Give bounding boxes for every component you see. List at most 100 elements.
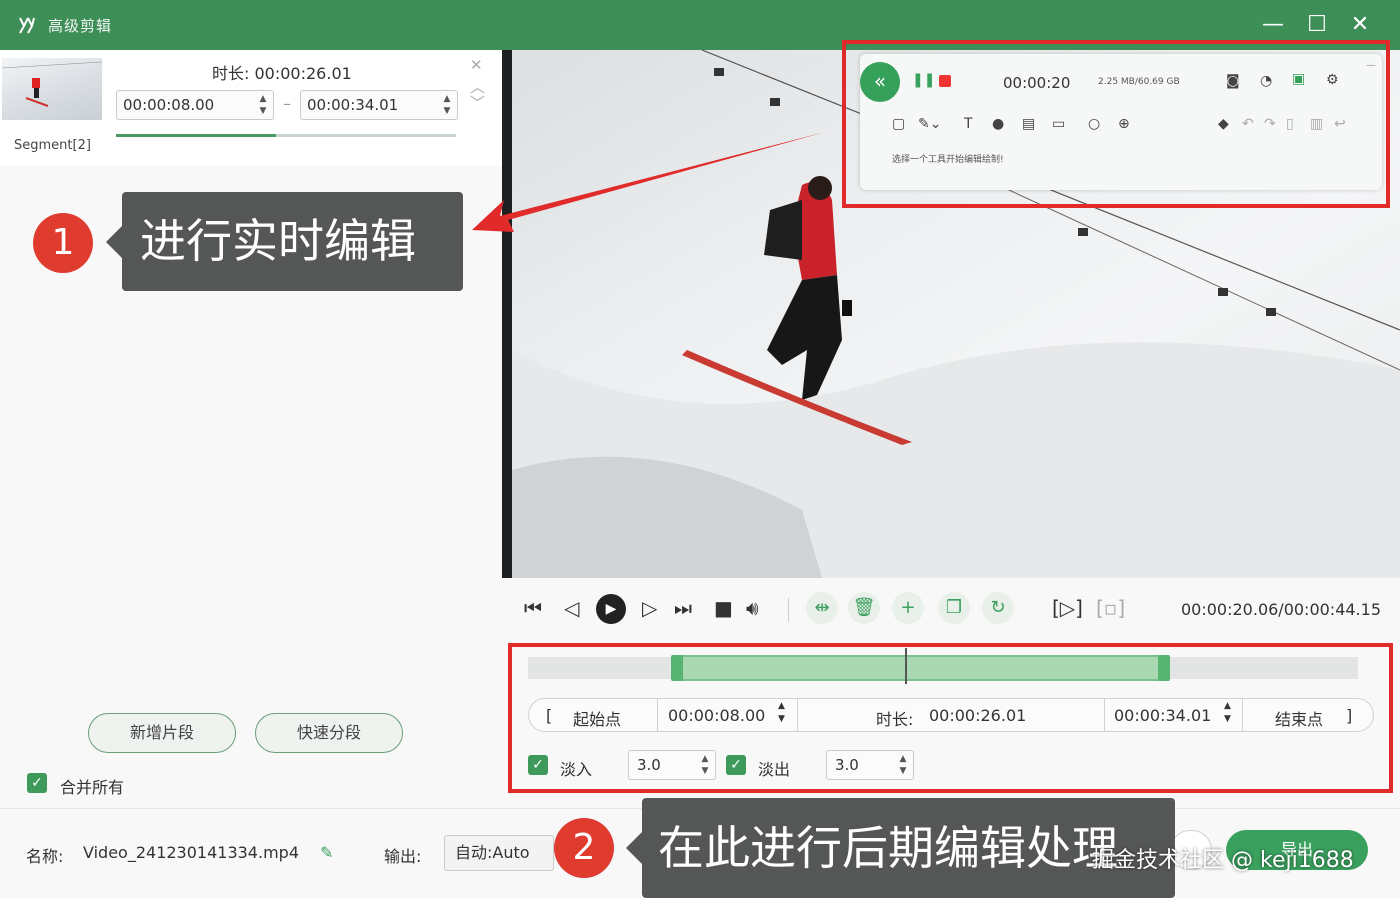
output-select[interactable]: 自动:Auto	[444, 835, 554, 871]
edit-name-icon[interactable]: ✎	[320, 843, 333, 862]
field-divider	[797, 699, 798, 731]
eraser-icon[interactable]: ◆	[1218, 116, 1229, 132]
start-time-field[interactable]: 00:00:08.00	[668, 706, 765, 725]
clear-icon[interactable]: ▥	[1310, 116, 1323, 132]
set-end-bracket[interactable]: ]	[1346, 706, 1352, 725]
number-tool-icon[interactable]: ●	[992, 116, 1004, 132]
volume-icon[interactable]: 🔊︎	[746, 596, 759, 620]
fade-out-checkbox[interactable]: ✓	[726, 755, 746, 775]
collapse-back-icon[interactable]: «	[860, 62, 900, 102]
trash-icon[interactable]: 🗑︎	[848, 592, 880, 624]
range-dash: –	[283, 94, 291, 113]
range-start-handle[interactable]	[671, 655, 683, 681]
pause-icon[interactable]: ❚❚	[912, 72, 935, 88]
segment-progress-fill	[116, 134, 276, 137]
window-title: 高级剪辑	[48, 17, 113, 35]
fullscreen-icon[interactable]: [▫]	[1096, 596, 1125, 620]
rectangle-tool-icon[interactable]: ▢	[892, 116, 905, 132]
segment-panel: Segment[2] 时长: 00:00:26.01 00:00:08.00 ▲…	[0, 50, 502, 808]
start-spinner-icon[interactable]: ▲ ▼	[257, 93, 269, 117]
timer-icon[interactable]: ◔	[1260, 73, 1272, 89]
segment-end-input[interactable]: 00:00:34.01 ▲ ▼	[300, 90, 458, 120]
copy-icon[interactable]: ❐	[938, 592, 970, 624]
text-tool-icon[interactable]: T	[964, 116, 973, 132]
minimize-toolbar-icon[interactable]: —	[1366, 60, 1376, 71]
end-time-field[interactable]: 00:00:34.01	[1114, 706, 1211, 725]
output-label: 输出:	[384, 847, 422, 866]
selected-range[interactable]	[672, 655, 1168, 681]
play-selection-icon[interactable]: [▷]	[1052, 596, 1083, 620]
fade-in-label: 淡入	[560, 760, 593, 779]
playhead[interactable]	[905, 648, 907, 684]
trim-duration-label: 时长:	[876, 710, 914, 729]
fade-in-input[interactable]: 3.0 ▲ ▼	[628, 750, 716, 780]
stop-record-icon[interactable]	[939, 75, 951, 87]
skip-to-start-icon[interactable]: ⏮	[524, 596, 542, 620]
segment-thumbnail[interactable]	[2, 58, 102, 120]
close-button[interactable]: ✕	[1345, 10, 1375, 40]
snowboarder-thumbnail-icon	[2, 61, 102, 107]
add-icon[interactable]: +	[892, 592, 924, 624]
split-icon[interactable]: ⇹	[806, 592, 838, 624]
segment-card[interactable]: Segment[2] 时长: 00:00:26.01 00:00:08.00 ▲…	[0, 50, 502, 166]
segment-label: Segment[2]	[14, 138, 91, 153]
fade-in-spinner-icon[interactable]: ▲ ▼	[699, 753, 711, 777]
camera-icon[interactable]: ◙	[1226, 73, 1240, 89]
maximize-button[interactable]: ☐	[1302, 10, 1332, 40]
range-end-handle[interactable]	[1158, 655, 1170, 681]
minimize-button[interactable]: —	[1258, 10, 1288, 40]
trim-duration-value: 00:00:26.01	[929, 706, 1027, 725]
control-divider	[788, 598, 789, 622]
play-icon[interactable]: ▶	[596, 594, 626, 624]
watermark: 掘金技术社区 @ keji1688	[1092, 848, 1354, 873]
segment-start-value: 00:00:08.00	[123, 96, 215, 114]
merge-all-checkbox[interactable]: ✓	[27, 773, 47, 793]
recorder-toolbar-highlight: « ❚❚ 00:00:20 2.25 MB/60.69 GB ◙ ◔ ▣ ⚙ —…	[842, 40, 1390, 208]
segment-progress	[116, 134, 456, 137]
set-start-button[interactable]: 起始点	[573, 706, 621, 730]
reset-icon[interactable]: ↻	[982, 592, 1014, 624]
callout-1-badge: 1	[33, 213, 93, 273]
skip-to-end-icon[interactable]: ⏭	[674, 596, 692, 620]
segment-end-value: 00:00:34.01	[307, 96, 399, 114]
exit-draw-icon[interactable]: ↩	[1334, 116, 1346, 132]
undo-icon[interactable]: ↶	[1242, 116, 1254, 132]
app-logo-icon	[19, 17, 35, 34]
step-forward-icon[interactable]: ▷	[642, 596, 657, 620]
image-tool-icon[interactable]: ▤	[1022, 116, 1035, 132]
callout-2-badge: 2	[554, 818, 614, 878]
fade-out-spinner-icon[interactable]: ▲ ▼	[897, 753, 909, 777]
redo-icon[interactable]: ↷	[1264, 116, 1276, 132]
remove-segment-icon[interactable]: ✕	[470, 56, 483, 74]
move-down-icon[interactable]: ﹀	[470, 92, 485, 113]
duration-value: 00:00:26.01	[254, 64, 352, 83]
set-start-bracket[interactable]: [	[546, 706, 552, 725]
start-time-spinner-icon[interactable]: ▲ ▼	[778, 700, 785, 726]
end-time-spinner-icon[interactable]: ▲ ▼	[1224, 700, 1231, 726]
record-size: 2.25 MB/60.69 GB	[1098, 77, 1180, 87]
pen-tool-icon[interactable]: ✎⌄	[918, 116, 941, 132]
quick-split-button[interactable]: 快速分段	[255, 713, 403, 753]
set-end-button[interactable]: 结束点	[1275, 706, 1323, 730]
spotlight-tool-icon[interactable]: ⊕	[1118, 116, 1130, 132]
stop-icon[interactable]: ■	[714, 596, 733, 620]
player-controls: ⏮ ◁ ▶ ▷ ⏭ ■ 🔊︎ ⇹ 🗑︎ + ❐ ↻ [▷] [▫] 00:00:…	[502, 578, 1400, 640]
delete-icon[interactable]: ▯	[1286, 116, 1294, 132]
fade-in-checkbox[interactable]: ✓	[528, 755, 548, 775]
segment-duration: 时长: 00:00:26.01	[212, 60, 352, 84]
callout-1-text: 进行实时编辑	[106, 192, 463, 291]
end-spinner-icon[interactable]: ▲ ▼	[441, 93, 453, 117]
step-back-icon[interactable]: ◁	[564, 596, 579, 620]
fade-out-input[interactable]: 3.0 ▲ ▼	[826, 750, 914, 780]
fade-out-label: 淡出	[758, 760, 791, 779]
magnifier-tool-icon[interactable]: ○	[1088, 116, 1100, 132]
file-name-label: 名称:	[26, 847, 64, 866]
segment-start-input[interactable]: 00:00:08.00 ▲ ▼	[116, 90, 274, 120]
fade-in-value: 3.0	[637, 756, 661, 774]
add-segment-button[interactable]: 新增片段	[88, 713, 236, 753]
toolbox-icon[interactable]: ▣	[1292, 71, 1305, 87]
comment-tool-icon[interactable]: ▭	[1052, 116, 1065, 132]
settings-gear-icon[interactable]: ⚙	[1326, 72, 1339, 88]
toolbar-hint: 选择一个工具开始编辑绘制!	[892, 155, 1004, 165]
playback-timecode: 00:00:20.06/00:00:44.15	[1181, 600, 1381, 619]
